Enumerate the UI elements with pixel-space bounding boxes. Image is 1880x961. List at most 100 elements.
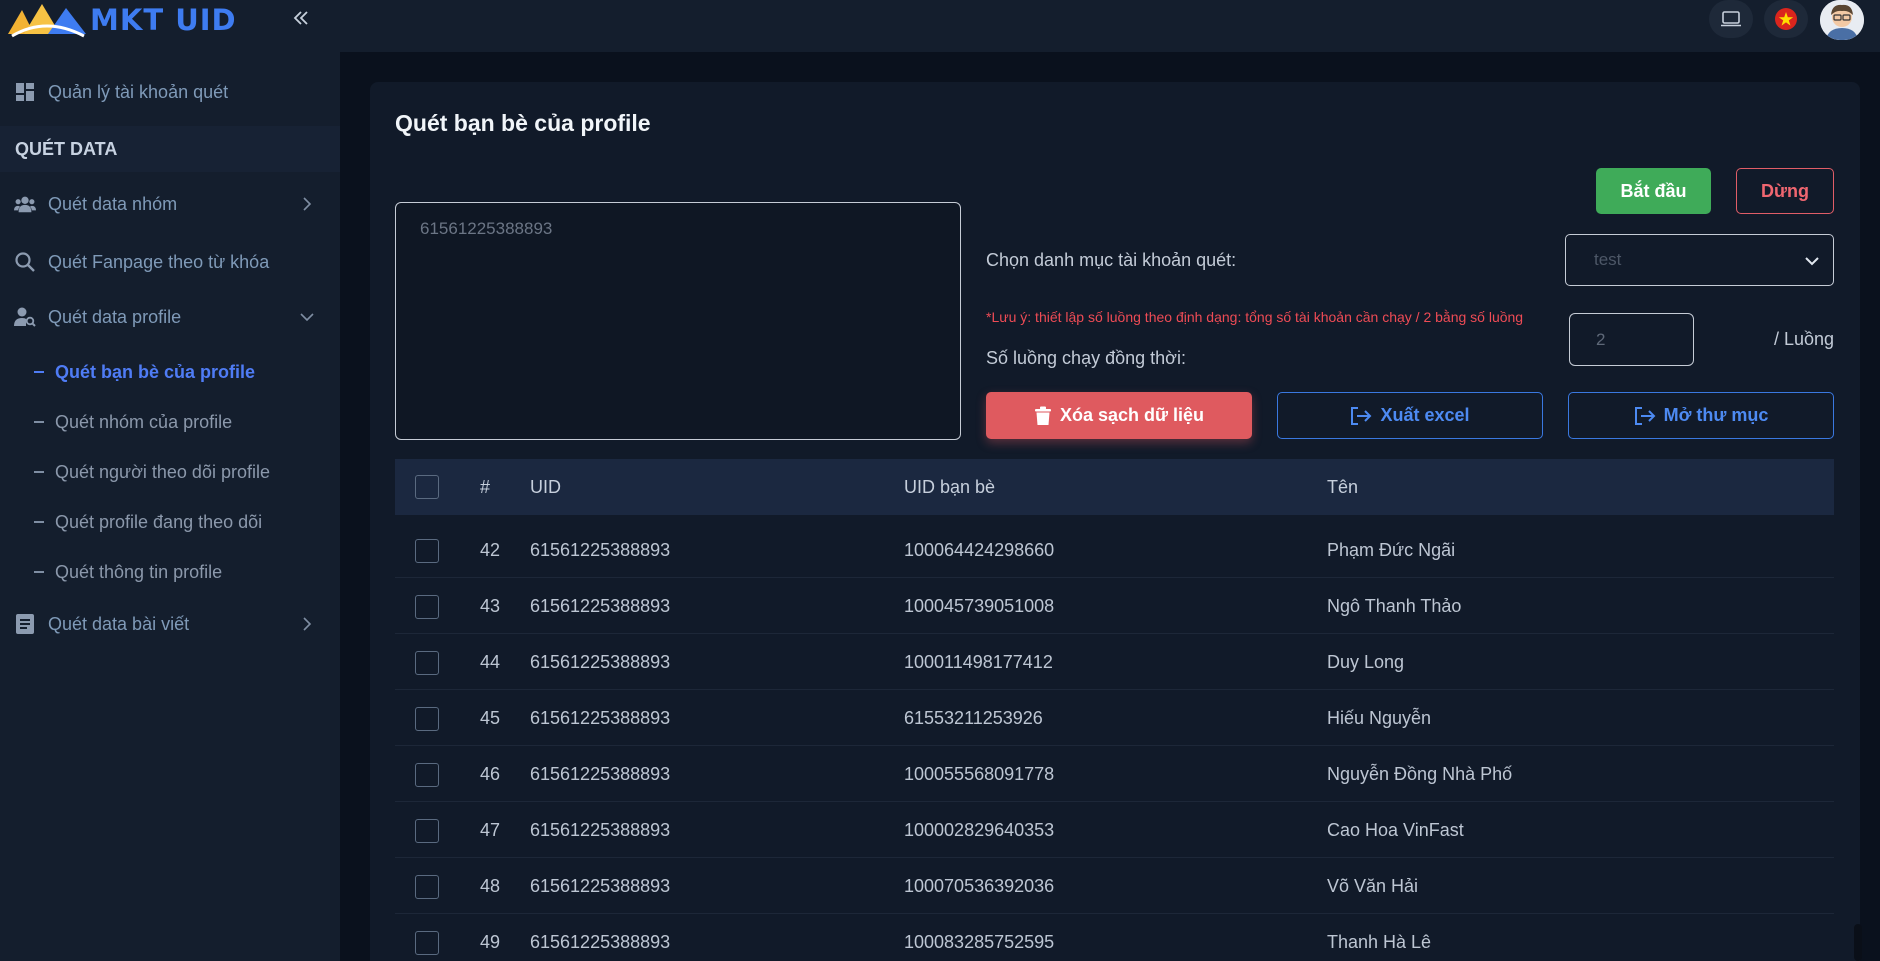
section-title-text: QUÉT DATA (15, 138, 118, 159)
sub-item-dash (34, 371, 44, 373)
nav-fanpage-keyword[interactable]: Quét Fanpage theo từ khóa (0, 242, 340, 282)
nav-label: Quét data bài viết (48, 614, 190, 634)
category-select-value: test (1594, 250, 1622, 269)
logo: MKT UID (8, 0, 237, 40)
row-checkbox[interactable] (415, 763, 439, 787)
trash-icon (1034, 406, 1051, 425)
row-checkbox[interactable] (415, 875, 439, 899)
category-select[interactable]: test (1565, 234, 1834, 286)
table-row[interactable]: 44 61561225388893 100011498177412 Duy Lo… (395, 634, 1834, 690)
language-button[interactable] (1764, 0, 1808, 38)
export-excel-button[interactable]: Xuất excel (1277, 392, 1543, 439)
header-uid: UID (530, 477, 561, 497)
cell-index: 48 (480, 876, 501, 896)
open-folder-label: Mở thư mục (1663, 405, 1769, 425)
table-row[interactable]: 47 61561225388893 100002829640353 Cao Ho… (395, 802, 1834, 858)
table-row[interactable]: 43 61561225388893 100045739051008 Ngô Th… (395, 578, 1834, 634)
stop-button[interactable]: Dừng (1736, 168, 1834, 214)
scrollbar-thumb[interactable] (1854, 924, 1862, 961)
user-search-icon (14, 306, 36, 328)
section-title: QUÉT DATA (0, 126, 340, 172)
sub-item-following[interactable]: Quét profile đang theo dõi (0, 502, 340, 542)
cell-friend-uid: 61553211253926 (904, 708, 1043, 728)
sub-item-groups[interactable]: Quét nhóm của profile (0, 402, 340, 442)
cell-name: Võ Văn Hải (1327, 876, 1419, 896)
nav-group-data[interactable]: Quét data nhóm (0, 184, 340, 224)
nav-account-manage[interactable]: Quản lý tài khoản quét (0, 72, 340, 112)
sub-item-profile-info[interactable]: Quét thông tin profile (0, 552, 340, 592)
open-folder-button[interactable]: Mở thư mục (1568, 392, 1834, 439)
cell-name: Phạm Đức Ngãi (1327, 540, 1456, 560)
cell-uid: 61561225388893 (530, 932, 671, 952)
chevron-right-icon (303, 617, 312, 631)
sub-item-label: Quét thông tin profile (55, 561, 223, 582)
sub-item-dash (34, 421, 44, 423)
nav-label: Quét data nhóm (48, 194, 178, 214)
category-label: Chọn danh mục tài khoản quét: (986, 250, 1237, 270)
sub-item-friends[interactable]: Quét bạn bè của profile (0, 352, 340, 392)
cell-uid: 61561225388893 (530, 596, 671, 616)
collapse-sidebar-button[interactable] (288, 4, 314, 32)
sub-item-dash (34, 471, 44, 473)
table-row[interactable]: 46 61561225388893 100055568091778 Nguyễn… (395, 746, 1834, 802)
cell-name: Hiếu Nguyễn (1327, 708, 1432, 728)
search-icon (14, 251, 36, 273)
chevron-right-icon (303, 197, 312, 211)
cell-friend-uid: 100011498177412 (904, 652, 1053, 672)
row-checkbox[interactable] (415, 931, 439, 955)
row-checkbox[interactable] (415, 651, 439, 675)
cell-index: 49 (480, 932, 501, 952)
logo-text: MKT UID (90, 3, 237, 37)
cell-uid: 61561225388893 (530, 876, 671, 896)
screen-toggle-button[interactable] (1709, 0, 1753, 38)
threads-label: Số luồng chạy đồng thời: (986, 348, 1186, 368)
table-row[interactable]: 49 61561225388893 100083285752595 Thanh … (395, 914, 1834, 961)
cell-uid: 61561225388893 (530, 652, 671, 672)
sub-item-label: Quét profile đang theo dõi (55, 511, 263, 532)
table-row[interactable]: 45 61561225388893 61553211253926 Hiếu Ng… (395, 690, 1834, 746)
cell-friend-uid: 100070536392036 (904, 876, 1055, 896)
sub-item-label: Quét người theo dõi profile (55, 461, 270, 482)
cell-friend-uid: 100064424298660 (904, 540, 1055, 560)
nav-post-data[interactable]: Quét data bài viết (0, 604, 340, 644)
page-title: Quét bạn bè của profile (395, 110, 651, 136)
double-chevron-left-icon (293, 11, 308, 25)
uid-input-textarea[interactable]: 61561225388893 (395, 202, 961, 440)
nav-profile-data[interactable]: Quét data profile (0, 297, 340, 337)
table-row[interactable]: 42 61561225388893 100064424298660 Phạm Đ… (395, 522, 1834, 578)
cell-name: Duy Long (1327, 652, 1405, 672)
cell-name: Cao Hoa VinFast (1327, 820, 1464, 840)
clear-data-label: Xóa sạch dữ liệu (1059, 405, 1205, 425)
cell-name: Ngô Thanh Thảo (1327, 596, 1462, 616)
row-checkbox[interactable] (415, 707, 439, 731)
select-all-checkbox[interactable] (415, 475, 439, 499)
sub-item-dash (34, 521, 44, 523)
logo-mark-icon (8, 4, 86, 38)
cell-friend-uid: 100045739051008 (904, 596, 1055, 616)
cell-friend-uid: 100083285752595 (904, 932, 1055, 952)
cell-index: 44 (480, 652, 501, 672)
cell-index: 45 (480, 708, 501, 728)
table-row[interactable]: 48 61561225388893 100070536392036 Võ Văn… (395, 858, 1834, 914)
vietnam-flag-icon (1775, 8, 1797, 30)
avatar[interactable] (1820, 0, 1864, 40)
cell-index: 42 (480, 540, 501, 560)
laptop-icon (1721, 11, 1741, 27)
row-checkbox[interactable] (415, 539, 439, 563)
nav-label: Quản lý tài khoản quét (48, 82, 229, 102)
row-checkbox[interactable] (415, 819, 439, 843)
start-button[interactable]: Bắt đầu (1596, 168, 1711, 214)
cell-uid: 61561225388893 (530, 708, 671, 728)
clear-data-button[interactable]: Xóa sạch dữ liệu (986, 392, 1252, 439)
dashboard-icon (14, 81, 36, 103)
header-friend-uid: UID bạn bè (904, 477, 996, 497)
sub-item-followers[interactable]: Quét người theo dõi profile (0, 452, 340, 492)
threads-input[interactable]: 2 (1569, 313, 1694, 366)
export-icon (1634, 406, 1655, 425)
export-excel-label: Xuất excel (1380, 405, 1470, 425)
sub-item-dash (34, 571, 44, 573)
sub-item-label: Quét nhóm của profile (55, 411, 233, 432)
row-checkbox[interactable] (415, 595, 439, 619)
chevron-down-icon (300, 313, 314, 322)
cell-name: Thanh Hà Lê (1327, 932, 1432, 952)
